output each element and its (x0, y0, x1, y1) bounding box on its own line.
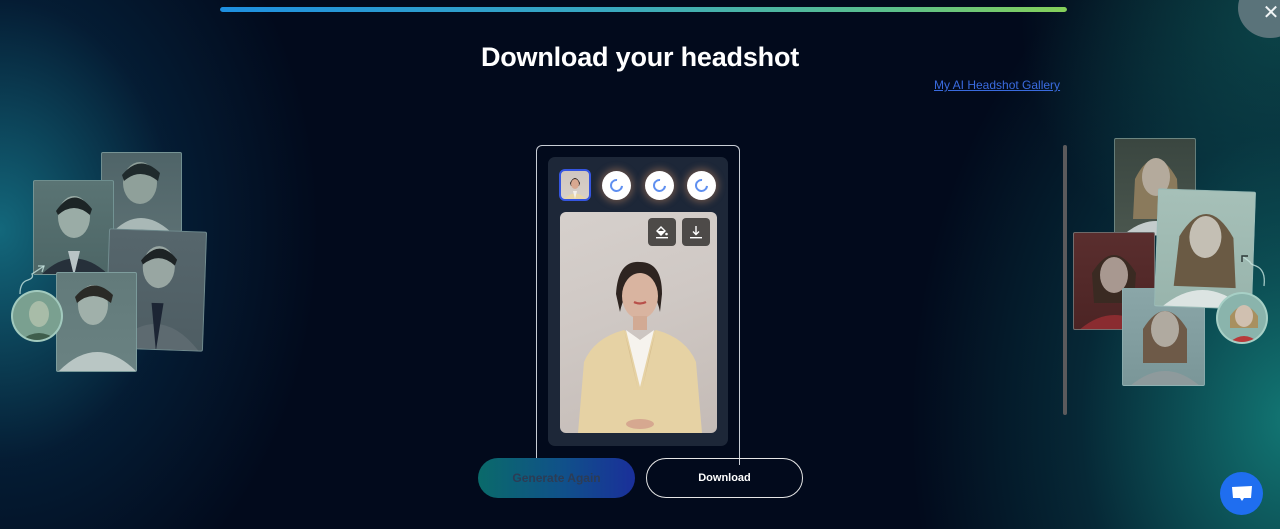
thumbnail-loading (645, 171, 674, 200)
download-image-button[interactable] (682, 218, 710, 246)
collage-photo (33, 180, 114, 275)
arrow-icon (1241, 255, 1265, 287)
change-background-button[interactable] (648, 218, 676, 246)
download-icon (690, 226, 702, 239)
progress-fill (220, 7, 1067, 12)
chat-icon (1232, 486, 1252, 501)
paint-bucket-icon (656, 226, 668, 239)
page-title: Download your headshot (480, 42, 800, 72)
arrow-icon (19, 265, 45, 295)
spinner-icon (650, 176, 669, 195)
spinner-icon (692, 176, 711, 195)
download-button[interactable]: Download (646, 458, 803, 498)
collage-photo (56, 272, 137, 372)
progress-bar (220, 7, 1067, 12)
generate-again-button[interactable]: Generate Again (478, 458, 635, 498)
selfie-avatar (11, 290, 63, 342)
gallery-link[interactable]: My AI Headshot Gallery (934, 78, 1060, 92)
thumbnail-loading (687, 171, 716, 200)
headshot-preview (560, 212, 717, 433)
chat-button[interactable] (1220, 472, 1263, 515)
selfie-avatar (1216, 292, 1268, 344)
scroll-divider (1063, 145, 1067, 415)
thumbnail-selected[interactable] (559, 169, 591, 201)
thumbnail-loading (602, 171, 631, 200)
close-icon: ✕ (1262, 2, 1280, 24)
spinner-icon (607, 176, 626, 195)
